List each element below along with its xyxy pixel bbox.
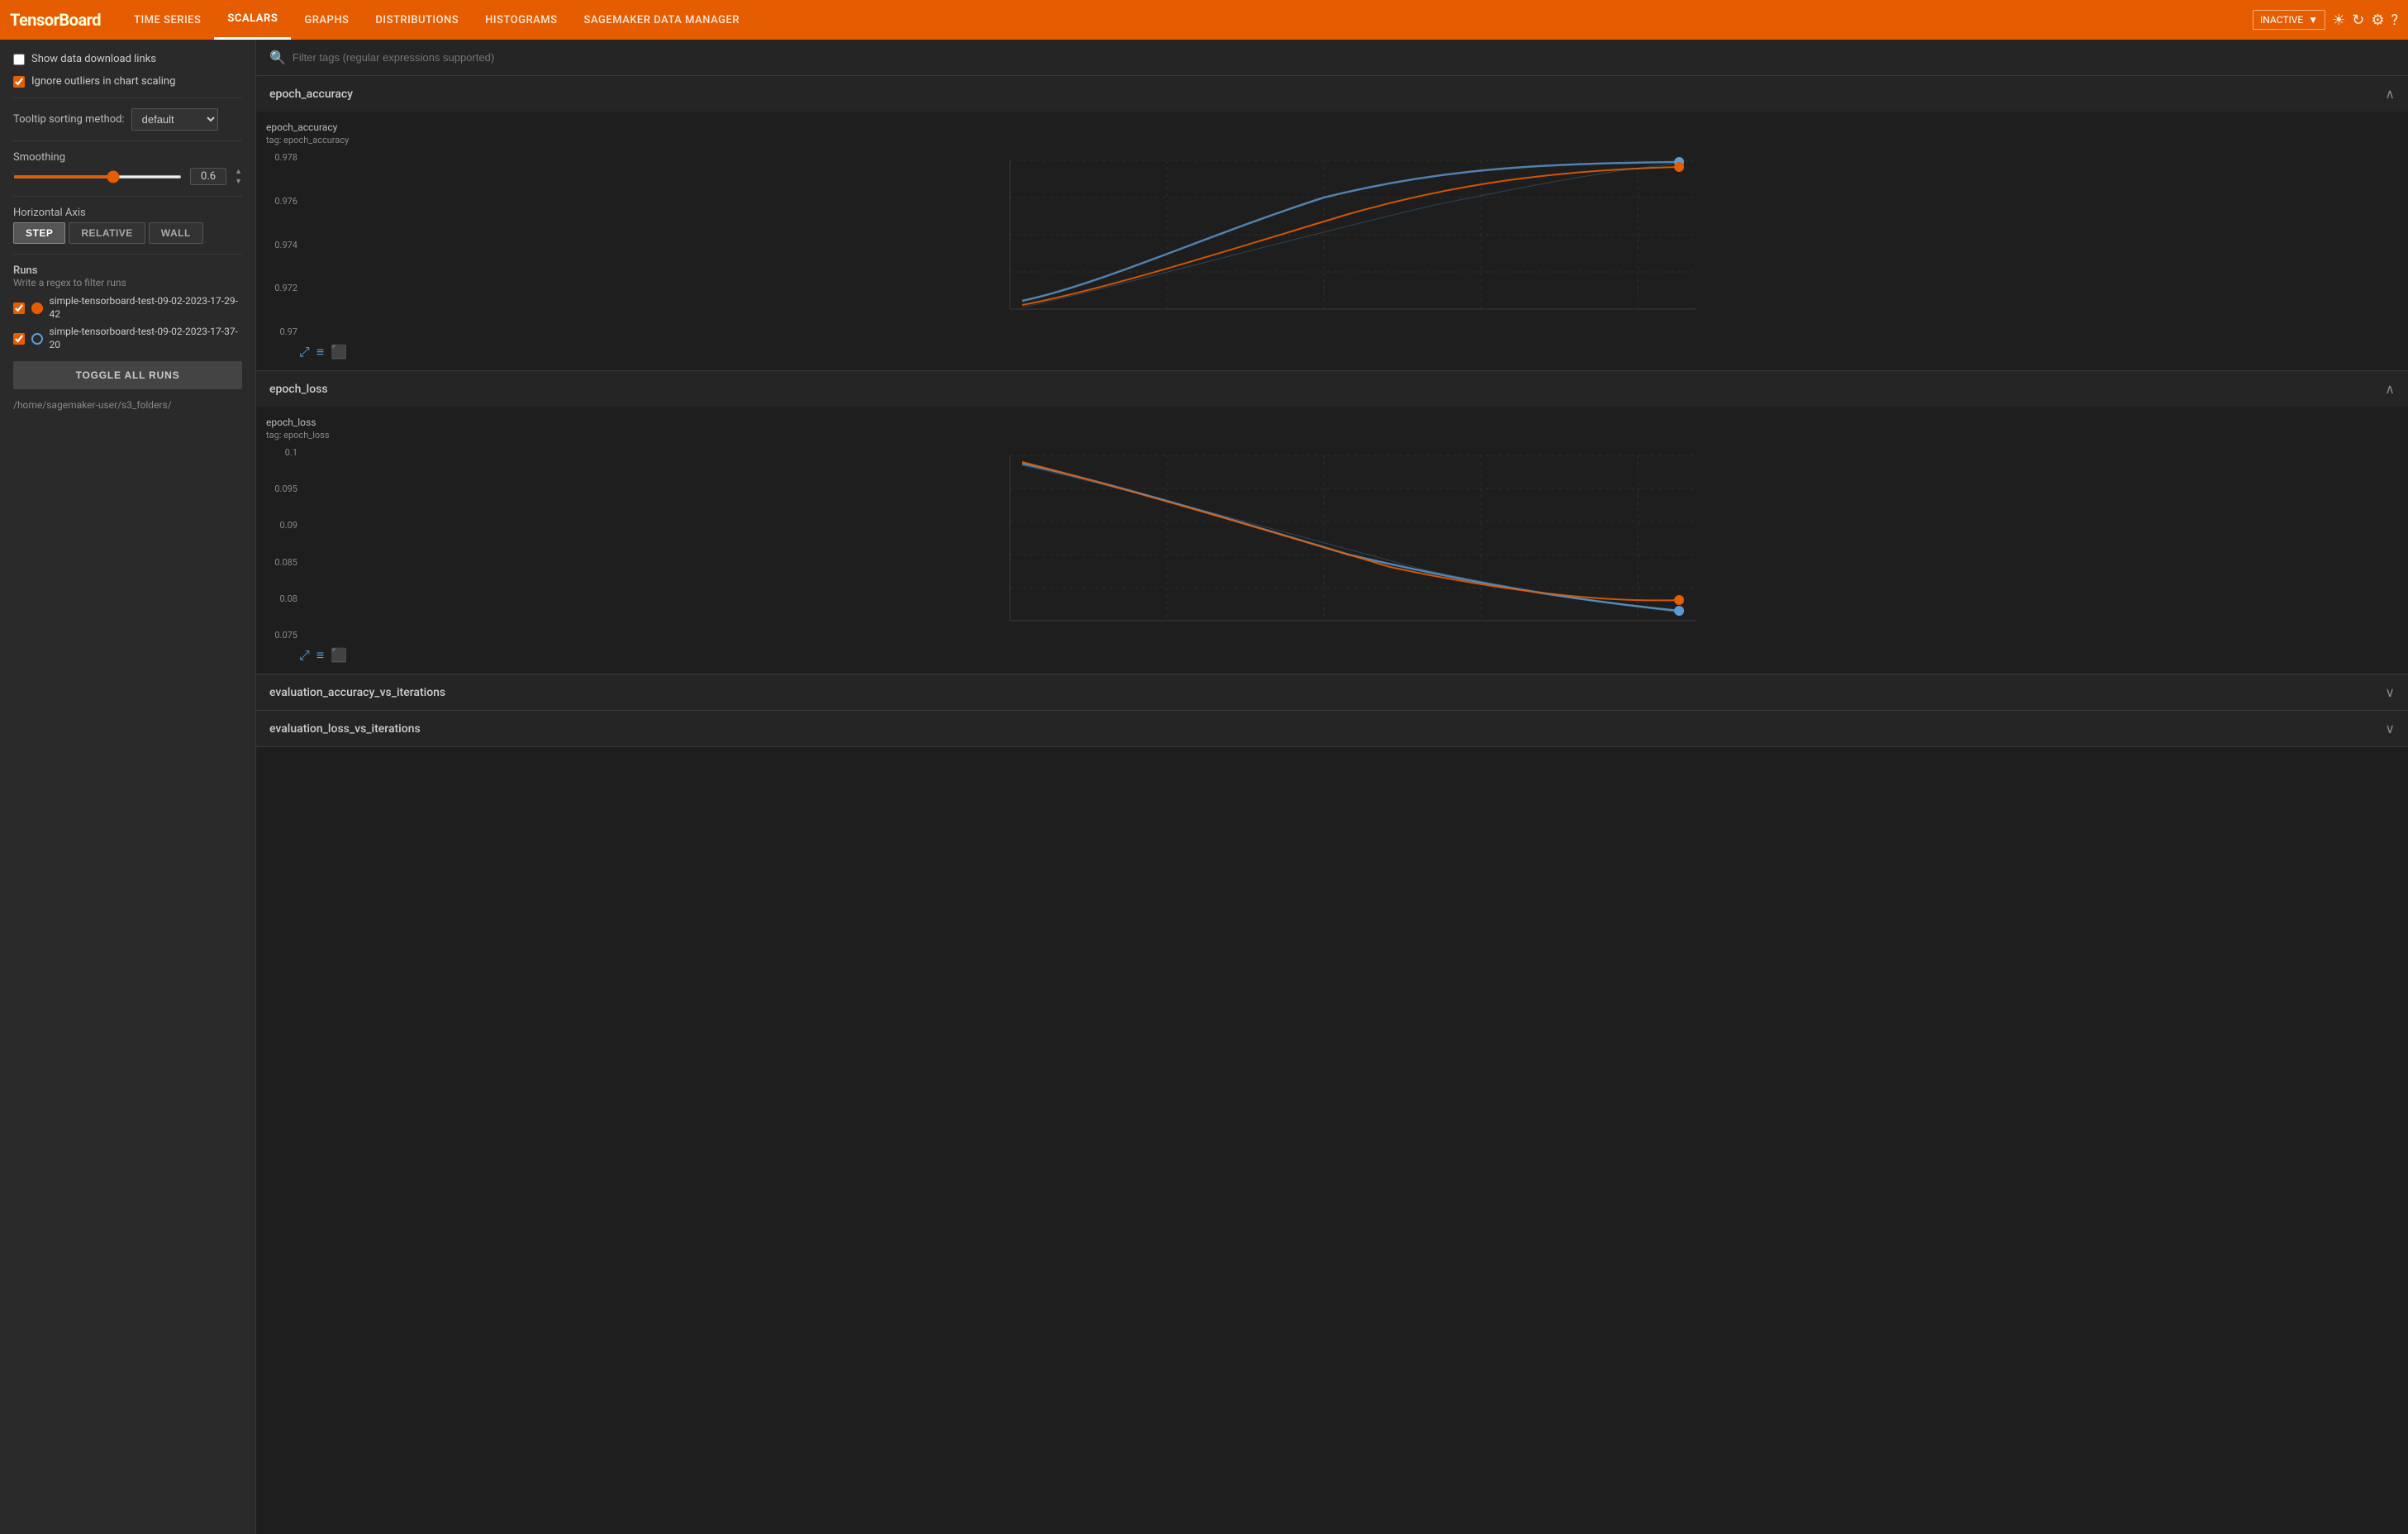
nav-distributions[interactable]: DISTRIBUTIONS — [362, 0, 472, 40]
show-download-links-label: Show data download links — [31, 53, 156, 65]
eval-loss-expand-icon: ∨ — [2385, 721, 2395, 736]
settings-icon[interactable]: ⚙ — [2371, 12, 2384, 29]
epoch-accuracy-chart-tag: tag: epoch_accuracy — [266, 135, 2395, 145]
eval-accuracy-header[interactable]: evaluation_accuracy_vs_iterations ∨ — [256, 674, 2408, 710]
axis-step-button[interactable]: STEP — [13, 222, 65, 244]
epoch-accuracy-toolbar: ⤢ ≡ ⬛ — [266, 344, 2395, 360]
epoch-loss-chart-label: epoch_loss — [266, 417, 2395, 428]
epoch-loss-toolbar: ⤢ ≡ ⬛ — [266, 647, 2395, 664]
run2-color-dot — [31, 333, 43, 345]
main: Show data download links Ignore outliers… — [0, 40, 2408, 1534]
epoch-accuracy-svg — [302, 152, 2395, 334]
smoothing-stepper[interactable]: ▲ ▼ — [235, 167, 242, 186]
runs-section: Runs Write a regex to filter runs simple… — [13, 264, 242, 351]
epoch-accuracy-section: epoch_accuracy ∧ epoch_accuracy tag: epo… — [256, 76, 2408, 371]
divider-3 — [13, 196, 242, 197]
eval-accuracy-expand-icon: ∨ — [2385, 684, 2395, 700]
epoch-loss-chart-wrapper: 0.1 0.095 0.09 0.085 0.08 0.075 — [266, 447, 2395, 641]
nav: TIME SERIES SCALARS GRAPHS DISTRIBUTIONS… — [121, 0, 753, 40]
logo: TensorBoard — [10, 10, 101, 30]
nav-histograms[interactable]: HISTOGRAMS — [472, 0, 570, 40]
refresh-icon[interactable]: ↻ — [2352, 12, 2364, 29]
smoothing-slider[interactable] — [13, 175, 182, 179]
nav-scalars[interactable]: SCALARS — [214, 0, 291, 40]
axis-button-group: STEP RELATIVE WALL — [13, 222, 242, 244]
eval-loss-header[interactable]: evaluation_loss_vs_iterations ∨ — [256, 711, 2408, 746]
epoch-accuracy-content: epoch_accuracy tag: epoch_accuracy 0.978… — [256, 112, 2408, 370]
epoch-loss-content: epoch_loss tag: epoch_loss 0.1 0.095 0.0… — [256, 407, 2408, 674]
epoch-accuracy-collapse-icon: ∧ — [2385, 86, 2395, 102]
tooltip-sort-dropdown[interactable]: default ascending descending — [131, 108, 218, 131]
tooltip-sort-row: Tooltip sorting method: default ascendin… — [13, 108, 242, 131]
run2-label: simple-tensorboard-test-09-02-2023-17-37… — [50, 326, 242, 351]
epoch-accuracy-chart-label: epoch_accuracy — [266, 121, 2395, 133]
axis-relative-button[interactable]: RELATIVE — [69, 222, 145, 244]
search-icon: 🔍 — [269, 50, 286, 65]
filter-input[interactable] — [293, 51, 2395, 64]
epoch-loss-header[interactable]: epoch_loss ∧ — [256, 371, 2408, 407]
list-icon-loss[interactable]: ≡ — [316, 647, 324, 664]
smoothing-section: Smoothing 0.6 ▲ ▼ — [13, 151, 242, 186]
header: TensorBoard TIME SERIES SCALARS GRAPHS D… — [0, 0, 2408, 40]
filter-bar: 🔍 — [256, 40, 2408, 76]
download-icon[interactable]: ⬛ — [331, 344, 347, 360]
eval-loss-title: evaluation_loss_vs_iterations — [269, 722, 421, 736]
header-right: INACTIVE ▼ ☀ ↻ ⚙ ? — [2253, 10, 2398, 30]
epoch-accuracy-title: epoch_accuracy — [269, 88, 353, 101]
download-icon-loss[interactable]: ⬛ — [331, 647, 347, 664]
axis-wall-button[interactable]: WALL — [149, 222, 203, 244]
run-row-2[interactable]: simple-tensorboard-test-09-02-2023-17-37… — [13, 326, 242, 351]
run1-color-dot — [31, 303, 43, 314]
sidebar: Show data download links Ignore outliers… — [0, 40, 256, 1534]
list-icon[interactable]: ≡ — [316, 344, 324, 360]
epoch-loss-collapse-icon: ∧ — [2385, 381, 2395, 397]
ignore-outliers-checkbox[interactable] — [13, 76, 25, 88]
eval-accuracy-section: evaluation_accuracy_vs_iterations ∨ — [256, 674, 2408, 711]
status-dropdown[interactable]: INACTIVE ▼ — [2253, 10, 2325, 30]
epoch-loss-title: epoch_loss — [269, 383, 328, 396]
nav-graphs[interactable]: GRAPHS — [291, 0, 362, 40]
tooltip-sort-label: Tooltip sorting method: — [13, 113, 125, 126]
epoch-accuracy-svg-area — [302, 152, 2395, 337]
path-label: /home/sagemaker-user/s3_folders/ — [13, 399, 242, 411]
nav-time-series[interactable]: TIME SERIES — [121, 0, 214, 40]
smoothing-value: 0.6 — [190, 168, 226, 185]
epoch-loss-chart-tag: tag: epoch_loss — [266, 430, 2395, 441]
horizontal-axis-label: Horizontal Axis — [13, 207, 242, 219]
epoch-loss-svg — [302, 447, 2395, 637]
horizontal-axis-section: Horizontal Axis STEP RELATIVE WALL — [13, 207, 242, 244]
chevron-down-icon: ▼ — [2308, 14, 2318, 26]
ignore-outliers-row[interactable]: Ignore outliers in chart scaling — [13, 75, 242, 88]
run1-label: simple-tensorboard-test-09-02-2023-17-29… — [50, 295, 242, 321]
smoothing-label: Smoothing — [13, 151, 242, 164]
epoch-loss-svg-area — [302, 447, 2395, 641]
eval-accuracy-title: evaluation_accuracy_vs_iterations — [269, 686, 445, 699]
help-icon[interactable]: ? — [2391, 12, 2398, 29]
toggle-all-runs-button[interactable]: TOGGLE ALL RUNS — [13, 361, 242, 389]
fullscreen-icon[interactable]: ⤢ — [299, 344, 310, 360]
run-row-1[interactable]: simple-tensorboard-test-09-02-2023-17-29… — [13, 295, 242, 321]
epoch-accuracy-header[interactable]: epoch_accuracy ∧ — [256, 76, 2408, 112]
epoch-loss-y-axis: 0.1 0.095 0.09 0.085 0.08 0.075 — [266, 447, 302, 641]
runs-title: Runs — [13, 264, 242, 277]
brightness-icon[interactable]: ☀ — [2332, 12, 2345, 29]
eval-loss-section: evaluation_loss_vs_iterations ∨ — [256, 711, 2408, 747]
epoch-accuracy-y-axis: 0.978 0.976 0.974 0.972 0.97 — [266, 152, 302, 337]
fullscreen-icon-loss[interactable]: ⤢ — [299, 647, 310, 664]
run1-checkbox[interactable] — [13, 303, 25, 314]
ignore-outliers-label: Ignore outliers in chart scaling — [31, 75, 175, 88]
nav-sagemaker[interactable]: SAGEMAKER DATA MANAGER — [571, 0, 753, 40]
show-download-links-row[interactable]: Show data download links — [13, 53, 242, 65]
divider-4 — [13, 254, 242, 255]
epoch-loss-section: epoch_loss ∧ epoch_loss tag: epoch_loss … — [256, 371, 2408, 674]
smoothing-row: 0.6 ▲ ▼ — [13, 167, 242, 186]
content: 🔍 epoch_accuracy ∧ epoch_accuracy tag: e… — [256, 40, 2408, 1534]
run2-checkbox[interactable] — [13, 333, 25, 345]
epoch-accuracy-chart-wrapper: 0.978 0.976 0.974 0.972 0.97 — [266, 152, 2395, 337]
show-download-links-checkbox[interactable] — [13, 54, 25, 65]
regex-label: Write a regex to filter runs — [13, 277, 242, 288]
